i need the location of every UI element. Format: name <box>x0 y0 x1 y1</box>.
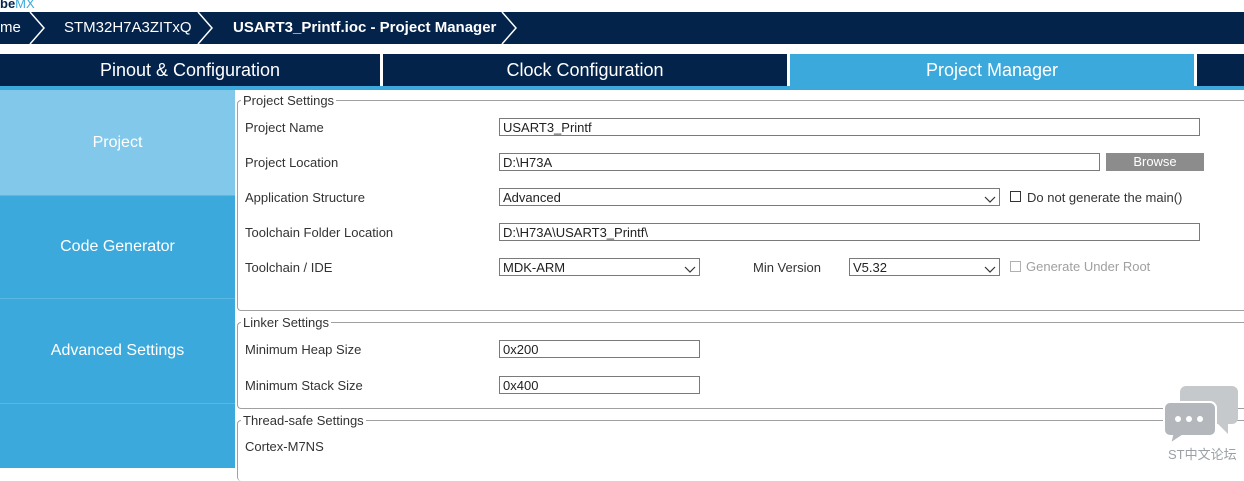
toolchain-ide-value: MDK-ARM <box>503 260 566 275</box>
generate-under-root-label: Generate Under Root <box>1026 259 1151 274</box>
heap-size-label: Minimum Heap Size <box>245 342 362 357</box>
stack-size-input[interactable]: 0x400 <box>499 376 700 394</box>
project-name-input[interactable]: USART3_Printf <box>499 118 1200 136</box>
no-main-label: Do not generate the main() <box>1027 190 1183 205</box>
sidebar-item-project[interactable]: Project <box>0 90 235 196</box>
thread-safe-settings-group <box>237 420 1244 481</box>
linker-settings-title: Linker Settings <box>241 315 331 330</box>
toolchain-ide-select[interactable]: MDK-ARM <box>499 258 700 276</box>
linker-settings-group <box>237 322 1244 409</box>
chevron-right-icon <box>500 12 520 44</box>
chevron-right-icon <box>28 12 48 44</box>
tab-clock-configuration[interactable]: Clock Configuration <box>383 54 787 86</box>
sidebar-item-label: Code Generator <box>60 238 175 255</box>
logo-text: be <box>0 0 16 11</box>
chevron-down-icon <box>984 192 996 205</box>
toolchain-ide-label: Toolchain / IDE <box>245 260 333 275</box>
thread-safe-settings-title: Thread-safe Settings <box>241 413 366 428</box>
stack-size-label: Minimum Stack Size <box>245 378 363 393</box>
heap-size-input[interactable]: 0x200 <box>499 340 700 358</box>
project-location-label: Project Location <box>245 155 339 170</box>
breadcrumb-home[interactable]: me <box>0 12 21 44</box>
project-settings-title: Project Settings <box>241 93 337 108</box>
chevron-down-icon <box>984 262 996 275</box>
toolchain-folder-label: Toolchain Folder Location <box>245 225 394 240</box>
min-version-select[interactable]: V5.32 <box>849 258 1000 276</box>
toolchain-folder-input[interactable]: D:\H73A\USART3_Printf\ <box>499 223 1200 241</box>
breadcrumb: me STM32H7A3ZITxQ USART3_Printf.ioc - Pr… <box>0 12 1244 44</box>
sidebar-item-code-generator[interactable]: Code Generator <box>0 196 235 299</box>
breadcrumb-mcu[interactable]: STM32H7A3ZITxQ <box>64 12 192 44</box>
tab-project-manager[interactable]: Project Manager <box>790 54 1194 86</box>
chevron-right-icon <box>196 12 216 44</box>
min-version-value: V5.32 <box>853 260 887 275</box>
min-version-label: Min Version <box>753 260 821 275</box>
no-main-checkbox[interactable] <box>1010 191 1021 202</box>
cortex-core-label: Cortex-M7NS <box>245 439 324 454</box>
logo-text-mx: MX <box>15 0 35 11</box>
sidebar-item-label: Advanced Settings <box>50 342 185 359</box>
sidebar-item-advanced-settings[interactable]: Advanced Settings <box>0 299 235 404</box>
application-structure-value: Advanced <box>503 190 561 205</box>
main-tabs: Pinout & Configuration Clock Configurati… <box>0 54 1244 86</box>
tab-tools[interactable] <box>1197 54 1244 86</box>
generate-under-root-checkbox[interactable] <box>1010 261 1021 272</box>
project-name-label: Project Name <box>245 120 324 135</box>
browse-button[interactable]: Browse <box>1106 153 1204 171</box>
app-logo: beMX <box>0 0 35 11</box>
tab-pinout-configuration[interactable]: Pinout & Configuration <box>0 54 380 86</box>
chevron-down-icon <box>684 262 696 275</box>
sidebar-item-label: Project <box>92 133 143 151</box>
watermark-text: ST中文论坛 <box>1168 447 1237 462</box>
breadcrumb-project[interactable]: USART3_Printf.ioc - Project Manager <box>233 12 496 44</box>
sidebar-empty <box>0 404 235 468</box>
project-location-input[interactable]: D:\H73A <box>499 153 1100 171</box>
application-structure-label: Application Structure <box>245 190 365 205</box>
application-structure-select[interactable]: Advanced <box>499 188 1000 206</box>
